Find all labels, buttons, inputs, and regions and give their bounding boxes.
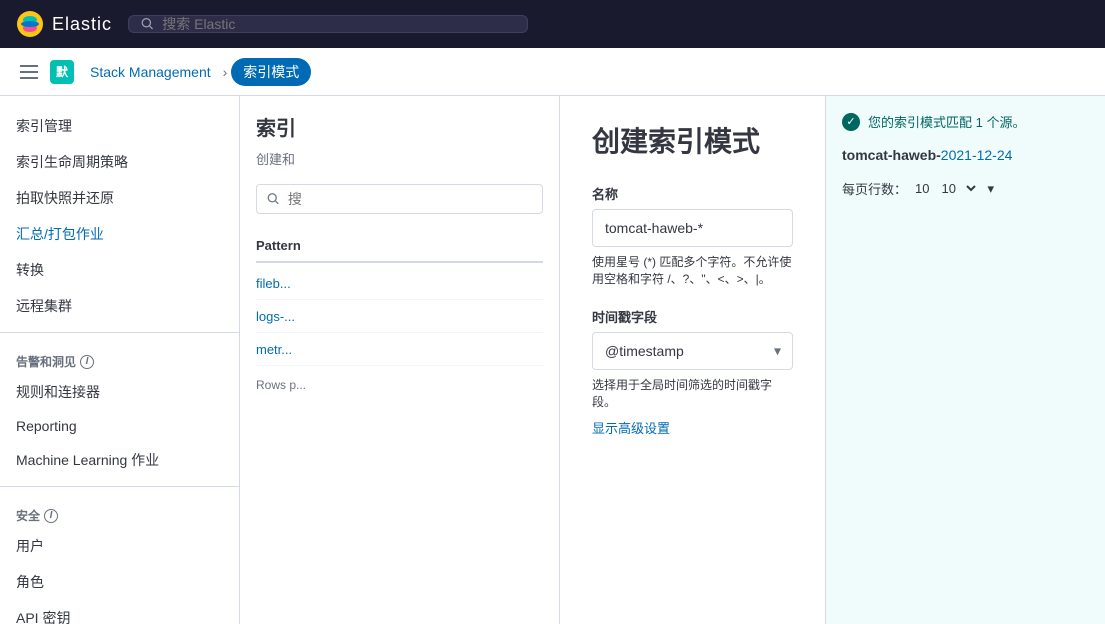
alerts-info-icon: i bbox=[80, 355, 94, 369]
sidebar-item-users[interactable]: 用户 bbox=[0, 528, 239, 564]
sidebar-item-transform[interactable]: 转换 bbox=[0, 252, 239, 288]
global-search-input[interactable] bbox=[162, 16, 515, 32]
preview-match-text: ✓ 您的索引模式匹配 1 个源。 bbox=[842, 112, 1089, 131]
preview-pattern-date: 2021-12-24 bbox=[941, 147, 1013, 163]
main-area: 索引 创建和 Pattern fileb... logs-... metr... bbox=[240, 96, 1105, 624]
elastic-wordmark: Elastic bbox=[52, 14, 112, 35]
sidebar: 索引管理 索引生命周期策略 拍取快照并还原 汇总/打包作业 转换 远程集群 告警… bbox=[0, 96, 240, 624]
chevron-down-icon-rows: ▾ bbox=[987, 181, 994, 197]
sidebar-group-1: 索引管理 索引生命周期策略 拍取快照并还原 汇总/打包作业 转换 远程集群 bbox=[0, 108, 239, 324]
breadcrumb: Stack Management › 索引模式 bbox=[82, 58, 311, 86]
sidebar-header-security: 安全 i bbox=[0, 495, 239, 528]
sidebar-item-remote-cluster[interactable]: 远程集群 bbox=[0, 288, 239, 324]
index-pattern-link-2[interactable]: logs-... bbox=[256, 309, 295, 324]
form-title: 创建索引模式 bbox=[592, 120, 793, 160]
rows-per-page-select[interactable]: 10 25 50 100 bbox=[937, 180, 979, 197]
table-row: logs-... bbox=[256, 300, 543, 333]
sidebar-item-roles[interactable]: 角色 bbox=[0, 564, 239, 600]
create-form-panel: 创建索引模式 名称 使用星号 (*) 匹配多个字符。不允许使用空格和字符 /、?… bbox=[560, 96, 825, 624]
layout: 索引管理 索引生命周期策略 拍取快照并还原 汇总/打包作业 转换 远程集群 告警… bbox=[0, 96, 1105, 624]
form-section-name: 名称 使用星号 (*) 匹配多个字符。不允许使用空格和字符 /、?、"、<、>、… bbox=[592, 184, 793, 287]
advanced-settings-link[interactable]: 显示高级设置 bbox=[592, 421, 670, 436]
table-row: metr... bbox=[256, 333, 543, 366]
hamburger-menu[interactable] bbox=[16, 61, 42, 83]
global-search-bar[interactable] bbox=[128, 15, 528, 33]
check-icon: ✓ bbox=[842, 113, 860, 131]
list-search-icon bbox=[267, 192, 280, 206]
name-label: 名称 bbox=[592, 184, 793, 203]
elastic-logo: Elastic bbox=[16, 10, 112, 38]
rows-per-page-text: Rows p... bbox=[256, 378, 543, 392]
list-search[interactable] bbox=[256, 184, 543, 214]
search-icon bbox=[141, 17, 154, 31]
table-row: fileb... bbox=[256, 267, 543, 300]
preview-panel: ✓ 您的索引模式匹配 1 个源。 tomcat-haweb-2021-12-24… bbox=[825, 96, 1105, 624]
sidebar-divider-1 bbox=[0, 332, 239, 333]
preview-pattern-bold: tomcat-haweb- bbox=[842, 147, 941, 163]
panel-title: 索引 bbox=[256, 112, 543, 141]
left-panel: 索引 创建和 Pattern fileb... logs-... metr... bbox=[240, 96, 560, 624]
breadcrumb-bar: 默 Stack Management › 索引模式 bbox=[0, 48, 1105, 96]
index-pattern-link-3[interactable]: metr... bbox=[256, 342, 292, 357]
avatar: 默 bbox=[50, 60, 74, 84]
table-header: Pattern bbox=[256, 230, 543, 263]
panel-subtitle: 创建和 bbox=[256, 149, 543, 168]
sidebar-header-alerts: 告警和洞见 i bbox=[0, 341, 239, 374]
sidebar-item-ml-jobs[interactable]: Machine Learning 作业 bbox=[0, 442, 239, 478]
timestamp-select-wrap: @timestamp ▾ bbox=[592, 332, 793, 370]
table-column-pattern: Pattern bbox=[256, 238, 543, 253]
top-nav: Elastic bbox=[0, 0, 1105, 48]
index-pattern-link-1[interactable]: fileb... bbox=[256, 276, 291, 291]
breadcrumb-current: 索引模式 bbox=[231, 58, 311, 86]
form-section-timestamp: 时间戳字段 @timestamp ▾ 选择用于全局时间筛选的时间戳字段。 显示高… bbox=[592, 307, 793, 437]
elastic-logo-icon bbox=[16, 10, 44, 38]
preview-rows-per-page: 每页行数： 10 10 25 50 100 ▾ bbox=[842, 179, 1089, 198]
sidebar-item-rules[interactable]: 规则和连接器 bbox=[0, 374, 239, 410]
sidebar-item-ilm[interactable]: 索引生命周期策略 bbox=[0, 144, 239, 180]
sidebar-item-api-keys[interactable]: API 密钥 bbox=[0, 600, 239, 624]
timestamp-select[interactable]: @timestamp bbox=[592, 332, 793, 370]
security-info-icon: i bbox=[44, 509, 58, 523]
list-search-input[interactable] bbox=[288, 191, 532, 207]
sidebar-divider-2 bbox=[0, 486, 239, 487]
rows-per-page-label: 每页行数： bbox=[842, 179, 907, 198]
sidebar-item-rollup[interactable]: 汇总/打包作业 bbox=[0, 216, 239, 252]
timestamp-hint: 选择用于全局时间筛选的时间戳字段。 bbox=[592, 376, 793, 410]
name-hint: 使用星号 (*) 匹配多个字符。不允许使用空格和字符 /、?、"、<、>、|。 bbox=[592, 253, 793, 287]
sidebar-item-reporting[interactable]: Reporting bbox=[0, 410, 239, 442]
rows-per-page-value: 10 bbox=[915, 181, 929, 196]
timestamp-label: 时间戳字段 bbox=[592, 307, 793, 326]
breadcrumb-stack-management[interactable]: Stack Management bbox=[82, 60, 219, 84]
name-input[interactable] bbox=[592, 209, 793, 247]
sidebar-item-index-management[interactable]: 索引管理 bbox=[0, 108, 239, 144]
breadcrumb-separator: › bbox=[223, 64, 228, 80]
preview-pattern: tomcat-haweb-2021-12-24 bbox=[842, 147, 1089, 163]
sidebar-item-snapshot[interactable]: 拍取快照并还原 bbox=[0, 180, 239, 216]
